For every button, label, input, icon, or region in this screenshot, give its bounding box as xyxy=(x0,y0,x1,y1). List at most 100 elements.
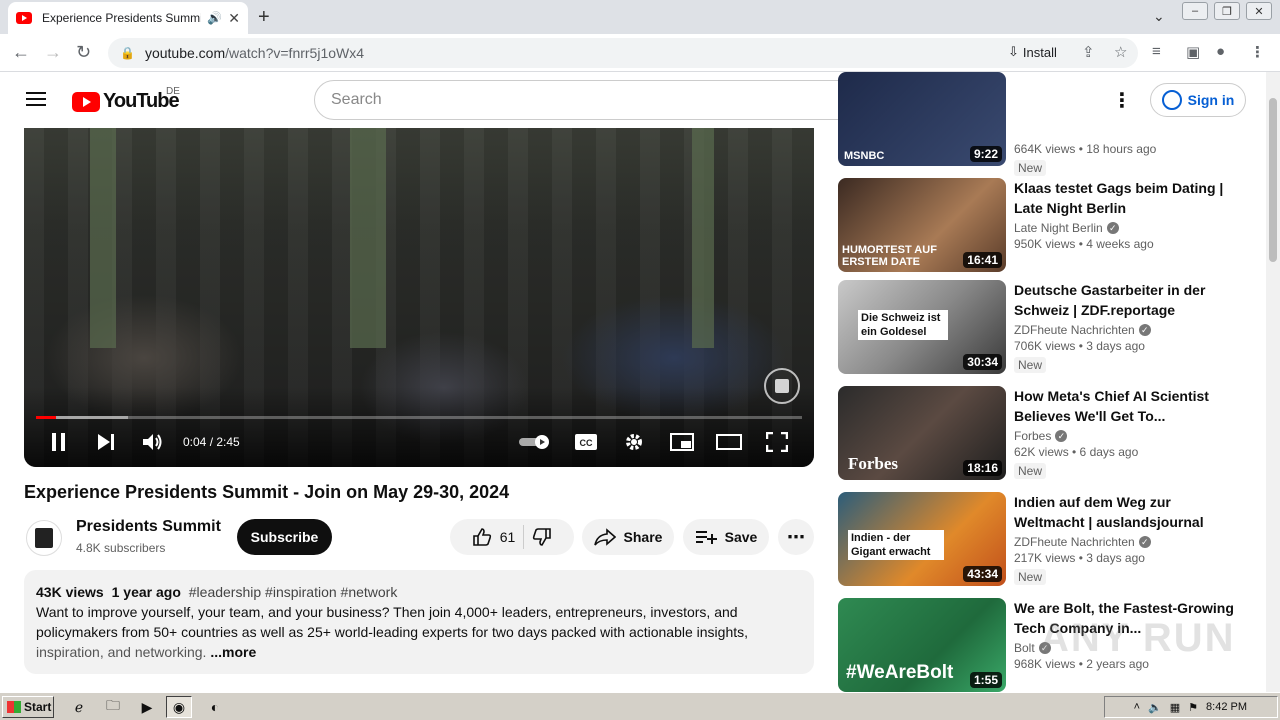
subtitles-button[interactable]: CC xyxy=(574,428,598,456)
recommendation-channel[interactable]: Late Night Berlin xyxy=(1014,221,1103,235)
folder-icon[interactable]: 🗀 xyxy=(100,696,126,718)
video-scene-pillar xyxy=(90,128,116,348)
share-page-icon[interactable]: ⇪ xyxy=(1082,43,1095,61)
search-input[interactable]: Search xyxy=(314,80,850,120)
install-app-button[interactable]: ⇩ Install xyxy=(1008,44,1057,60)
recommendation-channel[interactable]: ZDFheute Nachrichten xyxy=(1014,535,1135,549)
tab-search-chevron-icon[interactable]: ⌄ xyxy=(1153,8,1165,25)
show-more-link[interactable]: ...more xyxy=(210,644,256,660)
recommendation-thumbnail[interactable]: Forbes 18:16 xyxy=(838,386,1006,480)
reload-icon[interactable]: ↻ xyxy=(76,42,91,63)
page-scrollbar[interactable] xyxy=(1266,72,1280,692)
flag-tray-icon[interactable]: ⚑ xyxy=(1188,701,1198,714)
recommendation-thumbnail[interactable]: Die Schweiz ist ein Goldesel 30:34 xyxy=(838,280,1006,374)
more-actions-icon[interactable]: ⋯ xyxy=(778,519,814,555)
internet-explorer-icon[interactable]: ℯ xyxy=(66,696,92,718)
volume-button[interactable] xyxy=(142,428,164,456)
scrollbar-thumb[interactable] xyxy=(1269,98,1277,262)
chrome-icon[interactable]: ◉ xyxy=(166,696,192,718)
back-arrow-icon[interactable]: ← xyxy=(12,42,30,63)
recommendation-channel[interactable]: Forbes xyxy=(1014,429,1051,443)
like-button[interactable]: 61 xyxy=(472,527,515,547)
fullscreen-button[interactable] xyxy=(766,428,788,456)
description-box[interactable]: 43K views 1 year ago #leadership #inspir… xyxy=(24,570,814,674)
forward-arrow-icon[interactable]: → xyxy=(44,42,62,63)
miniplayer-button[interactable] xyxy=(670,428,694,456)
dislike-button[interactable] xyxy=(532,527,552,547)
recommendation-thumbnail[interactable]: MSNBC 9:22 xyxy=(838,72,1006,166)
side-panel-icon[interactable]: ▣ xyxy=(1186,43,1200,61)
lock-icon[interactable]: 🔒 xyxy=(120,46,135,60)
bookmark-star-icon[interactable]: ☆ xyxy=(1114,43,1127,61)
settings-button[interactable] xyxy=(624,428,644,456)
media-player-icon[interactable]: ▶ xyxy=(134,696,160,718)
recommendation-item[interactable]: HUMORTEST AUF ERSTEM DATE 16:41 Klaas te… xyxy=(838,178,1248,272)
video-scene-pillar xyxy=(692,128,714,348)
thumbnail-text: Forbes xyxy=(848,454,899,473)
subscribe-button[interactable]: Subscribe xyxy=(237,519,332,555)
next-video-button[interactable] xyxy=(96,428,116,456)
hamburger-menu-icon[interactable] xyxy=(26,92,46,106)
recommendation-item[interactable]: MSNBC 9:22 664K views • 18 hours ago New xyxy=(838,72,1248,176)
tab-close-icon[interactable]: ✕ xyxy=(228,10,240,27)
share-label: Share xyxy=(623,529,663,545)
restore-icon[interactable]: ❐ xyxy=(1214,2,1240,20)
tab-audio-icon[interactable]: 🔊 xyxy=(207,11,222,25)
recommendation-item[interactable]: Indien - der Gigant erwacht 43:34 Indien… xyxy=(838,492,1248,586)
network-tray-icon[interactable]: ▦ xyxy=(1170,701,1180,714)
recommendation-thumbnail[interactable]: HUMORTEST AUF ERSTEM DATE 16:41 xyxy=(838,178,1006,272)
youtube-logo[interactable]: YouTube DE xyxy=(72,86,180,113)
share-arrow-icon xyxy=(593,528,616,546)
youtube-favicon-icon xyxy=(16,12,32,24)
minimize-icon[interactable]: – xyxy=(1182,2,1208,20)
recommendation-title[interactable]: Deutsche Gastarbeiter in der Schweiz | Z… xyxy=(1014,280,1238,320)
progress-bar[interactable] xyxy=(36,416,802,419)
browser-tab-active[interactable]: Experience Presidents Summit - 🔊 ✕ xyxy=(8,2,248,34)
video-player[interactable]: 0:04 / 2:45 CC xyxy=(24,128,814,467)
video-duration: 16:41 xyxy=(963,252,1002,268)
thumbs-down-icon xyxy=(533,528,552,546)
thumbnail-text: #WeAreBolt xyxy=(846,662,954,683)
edge-icon[interactable]: ◐ xyxy=(202,696,228,718)
recommendation-title[interactable]: Klaas testet Gags beim Dating | Late Nig… xyxy=(1014,178,1238,218)
share-button[interactable]: Share xyxy=(582,519,674,555)
recommendation-title[interactable]: How Meta's Chief AI Scientist Believes W… xyxy=(1014,386,1238,426)
subscriber-count: 4.8K subscribers xyxy=(76,541,166,555)
address-bar[interactable]: 🔒 youtube.com/watch?v=fnrr5j1oWx4 xyxy=(108,38,1138,68)
miniplayer-icon xyxy=(670,433,694,451)
media-control-icon[interactable]: ≡ xyxy=(1152,43,1161,60)
recommendation-item[interactable]: Die Schweiz ist ein Goldesel 30:34 Deuts… xyxy=(838,280,1248,374)
new-tab-icon[interactable]: + xyxy=(258,6,270,29)
profile-icon[interactable]: ● xyxy=(1216,43,1225,60)
channel-name[interactable]: Presidents Summit xyxy=(76,518,221,536)
video-duration: 1:55 xyxy=(969,672,1002,688)
recommendation-thumbnail[interactable]: Indien - der Gigant erwacht 43:34 xyxy=(838,492,1006,586)
video-stats: 62K views • 6 days ago xyxy=(1014,445,1139,459)
save-label: Save xyxy=(724,529,758,545)
recommendation-channel[interactable]: ZDFheute Nachrichten xyxy=(1014,323,1135,337)
played-bar xyxy=(36,416,56,419)
recommendation-thumbnail[interactable]: #WeAreBolt 1:55 xyxy=(838,598,1006,692)
recommendation-channel[interactable]: Bolt xyxy=(1014,641,1035,655)
volume-tray-icon[interactable]: 🔈 xyxy=(1148,701,1162,714)
anyrun-watermark: ANY RUN xyxy=(1040,616,1236,660)
recommendation-item[interactable]: Forbes 18:16 How Meta's Chief AI Scienti… xyxy=(838,386,1248,480)
save-button[interactable]: Save xyxy=(683,519,769,555)
verified-check-icon: ✓ xyxy=(1138,536,1151,548)
system-tray: ˄ 🔈 ▦ ⚑ 8:42 PM xyxy=(1104,696,1278,718)
view-count: 43K views xyxy=(36,584,104,600)
close-window-icon[interactable]: ✕ xyxy=(1246,2,1272,20)
autoplay-toggle[interactable] xyxy=(518,428,552,456)
url-host: youtube.com xyxy=(144,45,226,61)
theater-mode-button[interactable] xyxy=(716,428,742,456)
channel-avatar[interactable] xyxy=(26,520,62,556)
tray-expand-icon[interactable]: ˄ xyxy=(1134,701,1140,713)
recommendation-title[interactable]: Indien auf dem Weg zur Weltmacht | ausla… xyxy=(1014,492,1238,532)
closed-captions-icon: CC xyxy=(575,434,597,450)
start-button[interactable]: Start xyxy=(2,696,54,718)
hashtags[interactable]: #leadership #inspiration #network xyxy=(189,584,398,600)
channel-watermark-icon[interactable] xyxy=(764,368,800,404)
browser-menu-icon[interactable]: ⋮ xyxy=(1250,43,1265,61)
pause-button[interactable] xyxy=(50,428,68,456)
clock: 8:42 PM xyxy=(1206,701,1247,713)
